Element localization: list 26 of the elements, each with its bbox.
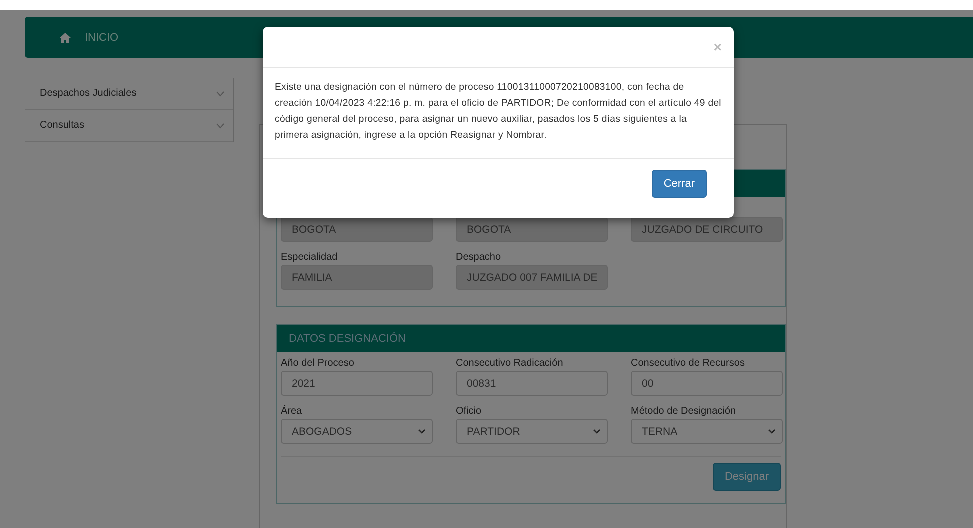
home-icon (60, 32, 71, 42)
select-field[interactable]: PARTIDOR (456, 419, 608, 444)
designate-button[interactable]: Designar (712, 463, 781, 491)
chevron-icon (768, 429, 776, 434)
field-label: Área (281, 406, 304, 417)
input-field[interactable]: 2021 (281, 371, 433, 396)
chevron-icon (216, 90, 225, 96)
close-dialog-button[interactable]: Cerrar (652, 170, 707, 198)
field-label: Método de Designación (631, 406, 738, 417)
chevron-icon (418, 429, 426, 434)
section-title: DATOS DESIGNACIÓN (289, 332, 406, 344)
chevron-icon (216, 122, 225, 128)
field-label: Consecutivo de Recursos (631, 358, 746, 369)
home-link[interactable]: INICIO (85, 32, 119, 44)
field-label: Oficio (456, 406, 483, 417)
input-field[interactable]: 00831 (456, 371, 608, 396)
close-button[interactable]: × (714, 39, 722, 55)
dialog-message: Existe una designación con el número de proceso 11001311000720210083100, con fecha de creación 10/04/2023 4:22:16 p. m. para el oficio de PARTIDOR; De conformidad con el artículo 49 del código general del proceso, para asignar un nuevo auxiliar, pasados los 5 días siguientes a la primera asignación, ingrese a la opción Reasignar y Nombrar. (263, 68, 734, 159)
field-label: Año del Proceso (281, 358, 356, 369)
select-field[interactable]: ABOGADOS (281, 419, 433, 444)
select-field[interactable]: TERNA (631, 419, 783, 444)
input-field[interactable]: 00 (631, 371, 783, 396)
chevron-icon (593, 429, 601, 434)
field-label: Consecutivo Radicación (456, 358, 564, 369)
field-label: Especialidad (281, 252, 339, 263)
field-label: Despacho (456, 252, 502, 263)
